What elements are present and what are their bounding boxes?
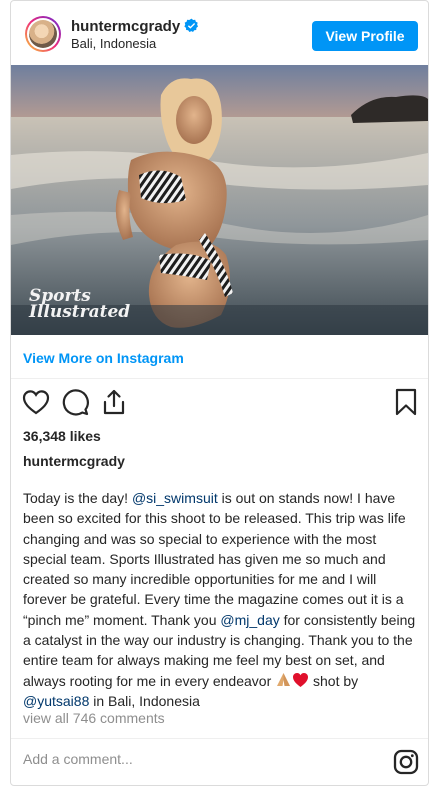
- action-bar: [11, 387, 428, 421]
- divider: [11, 378, 428, 379]
- view-more-link[interactable]: View More on Instagram: [23, 350, 184, 366]
- verified-badge-icon: [184, 18, 199, 32]
- add-comment-input[interactable]: Add a comment...: [23, 751, 133, 767]
- red-heart-icon: [293, 672, 309, 687]
- instagram-logo-icon[interactable]: [393, 749, 419, 775]
- comment-bubble-icon[interactable]: [60, 387, 90, 417]
- mention-link[interactable]: @mj_day: [220, 612, 279, 628]
- post-header: huntermcgrady Bali, Indonesia View Profi…: [11, 1, 428, 65]
- location[interactable]: Bali, Indonesia: [71, 36, 156, 51]
- bookmark-icon[interactable]: [391, 387, 421, 417]
- beach-photo: Sports Illustrated: [11, 65, 428, 335]
- praying-hands-icon: [277, 672, 291, 686]
- username[interactable]: huntermcgrady: [71, 16, 199, 35]
- instagram-embed-card: huntermcgrady Bali, Indonesia View Profi…: [10, 0, 429, 786]
- mention-link[interactable]: @yutsai88: [23, 693, 89, 709]
- share-icon[interactable]: [99, 387, 129, 417]
- mention-link[interactable]: @si_swimsuit: [132, 490, 218, 506]
- heart-icon[interactable]: [21, 387, 51, 417]
- view-profile-button[interactable]: View Profile: [312, 21, 418, 51]
- svg-text:Illustrated: Illustrated: [28, 302, 130, 322]
- divider: [11, 738, 428, 739]
- post-photo[interactable]: Sports Illustrated: [11, 65, 428, 335]
- avatar[interactable]: [25, 16, 61, 52]
- view-all-comments-link[interactable]: view all 746 comments: [23, 710, 165, 726]
- caption: Today is the day! @si_swimsuit is out on…: [23, 490, 416, 709]
- caption-author[interactable]: huntermcgrady: [23, 453, 125, 469]
- like-count[interactable]: 36,348 likes: [23, 428, 101, 444]
